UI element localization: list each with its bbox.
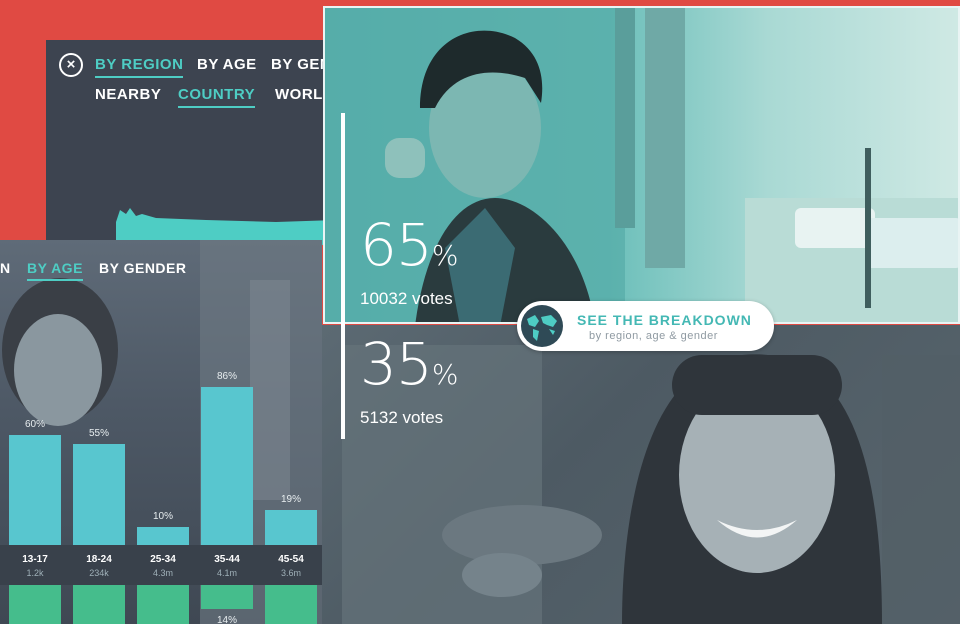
bar-count-label: 4.3m <box>152 568 173 578</box>
poll-divider <box>341 113 345 439</box>
bar-count-label: 3.6m <box>280 568 301 578</box>
option-b-votes: 5132 votes <box>360 408 444 427</box>
bar-count-label: 1.2k <box>26 568 44 578</box>
age-bar-lower[interactable] <box>137 585 189 624</box>
bar-lower-percent-label: 14% <box>216 615 237 624</box>
tab-nearby[interactable]: NEARBY <box>95 86 161 103</box>
age-bar-lower[interactable] <box>9 585 61 624</box>
bar-age-label: 35-44 <box>214 554 240 565</box>
age-bar-lower[interactable] <box>73 585 125 624</box>
tab-world[interactable]: WORL <box>275 86 323 103</box>
option-b-percent: 35% <box>360 330 458 398</box>
bar-label-band <box>0 545 322 585</box>
age-bar[interactable] <box>265 510 317 545</box>
tab-by-gender[interactable]: BY GENDER <box>99 260 186 276</box>
tab-by-region-partial[interactable]: N <box>0 260 11 276</box>
age-bar[interactable] <box>137 527 189 545</box>
bar-age-label: 25-34 <box>150 554 176 565</box>
option-a-votes: 10032 votes <box>360 289 453 308</box>
age-bar[interactable] <box>73 444 125 545</box>
region-card: × BY REGION BY AGE BY GEN NEARBY COUNTRY… <box>46 40 336 245</box>
globe-icon <box>521 305 563 347</box>
cta-title: SEE THE BREAKDOWN <box>577 312 752 328</box>
region-map-shape <box>116 208 336 245</box>
tab-by-age[interactable]: BY AGE <box>197 56 257 73</box>
see-breakdown-button[interactable]: SEE THE BREAKDOWN by region, age & gende… <box>517 301 774 351</box>
bar-percent-label: 86% <box>216 371 237 382</box>
age-bar[interactable] <box>201 387 253 545</box>
bar-percent-label: 10% <box>152 511 173 522</box>
age-bar-lower[interactable] <box>265 585 317 624</box>
age-bar[interactable] <box>9 435 61 545</box>
bar-age-label: 18-24 <box>86 554 112 565</box>
close-icon[interactable]: × <box>59 53 83 77</box>
bar-percent-label: 19% <box>280 494 301 505</box>
age-bar-lower[interactable] <box>201 585 253 609</box>
bar-percent-label: 60% <box>24 419 45 430</box>
bar-count-label: 4.1m <box>216 568 237 578</box>
bar-age-label: 45-54 <box>278 554 304 565</box>
tab-country[interactable]: COUNTRY <box>178 86 256 108</box>
bar-percent-label: 55% <box>88 428 109 439</box>
bar-age-label: 13-17 <box>22 554 48 565</box>
tab-by-age[interactable]: BY AGE <box>27 260 83 281</box>
age-breakdown-card: N BY AGE BY GENDER 60% 13-17 1.2k 55% 18-24 2… <box>0 240 322 624</box>
option-a-percent: 65% <box>360 211 458 279</box>
tab-by-region[interactable]: BY REGION <box>95 56 184 78</box>
cta-subtitle: by region, age & gender <box>589 330 718 342</box>
bar-count-label: 234k <box>89 568 109 578</box>
